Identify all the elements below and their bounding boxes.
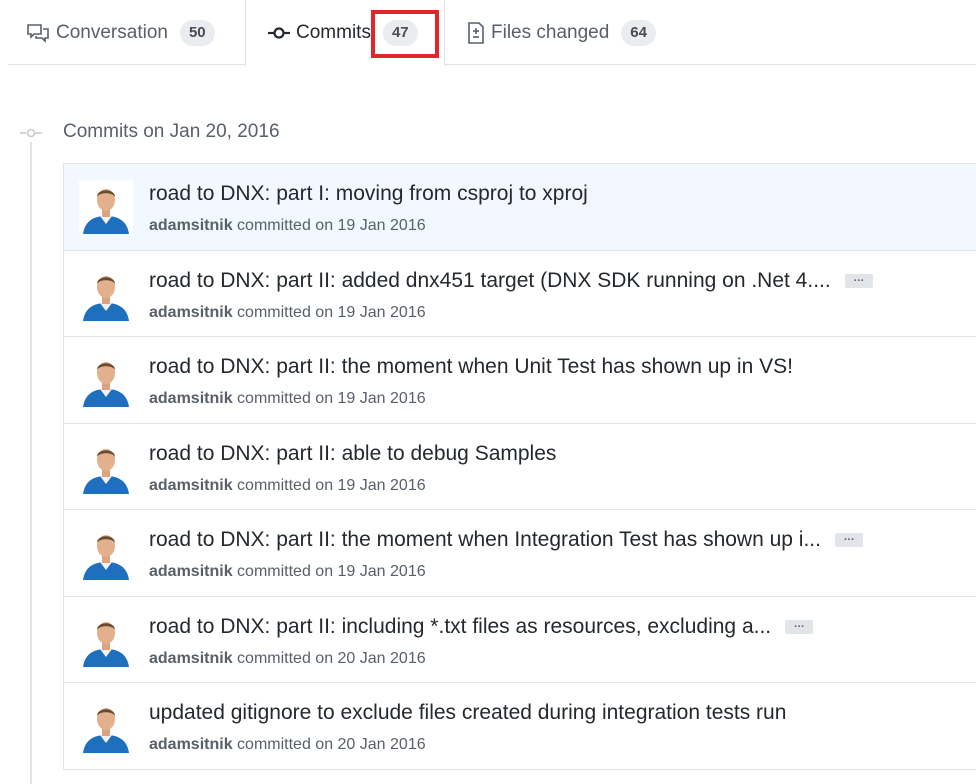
timeline-line	[30, 140, 32, 784]
commit-date: committed on 20 Jan 2016	[237, 649, 426, 667]
commit-author-link[interactable]: adamsitnik	[149, 650, 233, 667]
expand-message-button[interactable]: …	[844, 272, 873, 288]
expand-message-button[interactable]: …	[785, 618, 814, 634]
commit-message-row: road to DNX: part II: the moment when In…	[149, 528, 863, 552]
commit-row[interactable]: road to DNX: part I: moving from csproj …	[64, 164, 976, 251]
commit-message-row: road to DNX: part II: able to debug Samp…	[149, 442, 556, 466]
commit-message-link[interactable]: updated gitignore to exclude files creat…	[149, 701, 786, 725]
commit-date: committed on 19 Jan 2016	[237, 563, 426, 580]
comment-discussion-icon	[26, 23, 50, 43]
commit-message-link[interactable]: road to DNX: part II: including *.txt fi…	[149, 615, 771, 639]
expand-message-button[interactable]: …	[834, 532, 863, 547]
commit-author-link[interactable]: adamsitnik	[149, 563, 233, 580]
commit-row[interactable]: road to DNX: part II: able to debug Samp…	[64, 423, 976, 510]
avatar[interactable]	[79, 439, 133, 494]
commit-message-link[interactable]: road to DNX: part II: added dnx451 targe…	[149, 269, 831, 293]
commit-row[interactable]: road to DNX: part II: added dnx451 targe…	[64, 250, 976, 337]
avatar[interactable]	[79, 699, 133, 753]
commit-meta: adamsitnik committed on 20 Jan 2016	[149, 736, 426, 754]
commits-count-highlight	[371, 10, 439, 58]
pr-tabbar: Conversation 50 Commits 47 Files changed…	[0, 0, 976, 66]
commit-meta: adamsitnik committed on 19 Jan 2016	[149, 563, 426, 581]
commit-list: road to DNX: part I: moving from csproj …	[63, 163, 976, 770]
avatar[interactable]	[79, 180, 133, 234]
commit-meta: adamsitnik committed on 19 Jan 2016	[149, 477, 426, 495]
commit-group-title: Commits on Jan 20, 2016	[63, 121, 280, 142]
tab-conversation-count: 50	[179, 19, 215, 46]
commit-date: committed on 19 Jan 2016	[237, 303, 426, 321]
avatar[interactable]	[79, 526, 133, 580]
commit-message-row: updated gitignore to exclude files creat…	[149, 701, 786, 725]
avatar[interactable]	[79, 266, 133, 321]
commit-message-row: road to DNX: part II: added dnx451 targe…	[149, 269, 873, 293]
commit-author-link[interactable]: adamsitnik	[149, 736, 233, 753]
tab-conversation-label: Conversation	[56, 21, 168, 43]
commit-author-link[interactable]: adamsitnik	[149, 304, 233, 321]
commit-date: committed on 19 Jan 2016	[237, 217, 426, 234]
commit-author-link[interactable]: adamsitnik	[149, 390, 233, 407]
avatar[interactable]	[79, 612, 133, 667]
commit-message-row: road to DNX: part II: including *.txt fi…	[149, 615, 814, 639]
tab-files-changed-label: Files changed	[491, 21, 610, 43]
tab-conversation[interactable]: Conversation 50	[26, 0, 215, 65]
tabbar-divider	[8, 64, 976, 65]
commit-row[interactable]: road to DNX: part II: the moment when In…	[64, 510, 976, 597]
git-commit-icon	[18, 124, 44, 142]
commit-date: committed on 19 Jan 2016	[237, 476, 426, 494]
commit-message-link[interactable]: road to DNX: part II: the moment when Un…	[149, 355, 793, 379]
tab-commits-label: Commits	[296, 22, 371, 43]
git-commit-icon	[268, 25, 290, 41]
commit-date: committed on 20 Jan 2016	[237, 736, 426, 753]
file-diff-icon	[467, 21, 485, 44]
commit-row[interactable]: updated gitignore to exclude files creat…	[64, 683, 976, 770]
commit-message-row: road to DNX: part II: the moment when Un…	[149, 355, 793, 379]
tab-files-changed-count: 64	[621, 19, 656, 46]
commit-message-row: road to DNX: part I: moving from csproj …	[149, 182, 588, 206]
commit-message-link[interactable]: road to DNX: part I: moving from csproj …	[149, 182, 588, 206]
commit-message-link[interactable]: road to DNX: part II: the moment when In…	[149, 528, 821, 552]
commit-meta: adamsitnik committed on 19 Jan 2016	[149, 304, 426, 322]
commit-meta: adamsitnik committed on 20 Jan 2016	[149, 650, 426, 668]
commit-meta: adamsitnik committed on 19 Jan 2016	[149, 217, 426, 235]
commit-date: committed on 19 Jan 2016	[237, 390, 426, 407]
commit-row[interactable]: road to DNX: part II: including *.txt fi…	[64, 596, 976, 683]
tab-files-changed[interactable]: Files changed 64	[467, 0, 656, 65]
commit-author-link[interactable]: adamsitnik	[149, 477, 233, 494]
commit-author-link[interactable]: adamsitnik	[149, 217, 233, 234]
commit-meta: adamsitnik committed on 19 Jan 2016	[149, 390, 426, 408]
commit-row[interactable]: road to DNX: part II: the moment when Un…	[64, 337, 976, 424]
avatar[interactable]	[79, 353, 133, 407]
commit-message-link[interactable]: road to DNX: part II: able to debug Samp…	[149, 442, 556, 466]
